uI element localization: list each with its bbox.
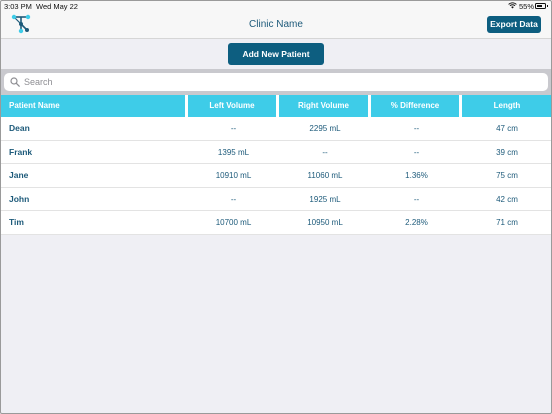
cell-right-volume: 10950 mL xyxy=(307,218,343,227)
nav-bar: Clinic Name Export Data xyxy=(0,12,552,39)
cell-right-volume: 2295 mL xyxy=(309,124,341,133)
table-row[interactable]: John -- 1925 mL -- 42 cm xyxy=(0,187,552,211)
add-new-patient-button[interactable]: Add New Patient xyxy=(228,43,324,65)
export-data-button[interactable]: Export Data xyxy=(487,16,541,33)
page-title: Clinic Name xyxy=(249,19,303,30)
search-bar xyxy=(0,69,552,95)
cell-patient-name: Tim xyxy=(9,217,24,227)
cell-right-volume: -- xyxy=(322,147,328,157)
table-row[interactable]: Tim 10700 mL 10950 mL 2.28% 71 cm xyxy=(0,211,552,235)
cell-patient-name: Frank xyxy=(9,146,33,157)
table-row[interactable]: Frank 1395 mL -- -- 39 cm xyxy=(0,140,552,164)
table-row[interactable]: Jane 10910 mL 11060 mL 1.36% 75 cm xyxy=(0,164,552,188)
table-row[interactable]: Dean -- 2295 mL -- 47 cm xyxy=(0,117,552,141)
cell-length: 42 cm xyxy=(496,194,518,204)
cell-length: 39 cm xyxy=(496,147,518,157)
column-header-length[interactable]: Length xyxy=(462,95,552,117)
table-header: Patient Name Left Volume Right Volume % … xyxy=(0,95,552,117)
cell-left-volume: -- xyxy=(230,194,237,204)
cell-percent-difference: -- xyxy=(413,124,420,133)
cell-length: 71 cm xyxy=(496,218,518,227)
cell-length: 75 cm xyxy=(496,171,518,180)
cell-patient-name: Dean xyxy=(9,123,30,133)
cell-patient-name: John xyxy=(9,193,30,204)
status-bar: 3:03 PM Wed May 22 55% xyxy=(0,0,552,12)
battery-icon xyxy=(535,3,548,9)
cell-length: 47 cm xyxy=(496,124,518,133)
search-input[interactable] xyxy=(24,75,524,89)
cell-patient-name: Jane xyxy=(9,170,29,180)
cell-left-volume: 10700 mL xyxy=(215,218,252,227)
column-header-left-volume[interactable]: Left Volume xyxy=(188,95,279,117)
cell-right-volume: 11060 mL xyxy=(307,171,343,180)
search-field[interactable] xyxy=(4,73,548,91)
cell-percent-difference: -- xyxy=(413,194,420,204)
cell-percent-difference: 2.28% xyxy=(405,218,428,227)
search-icon xyxy=(10,77,20,87)
cell-left-volume: -- xyxy=(230,124,237,133)
patient-table: Patient Name Left Volume Right Volume % … xyxy=(0,95,552,235)
column-header-patient-name[interactable]: Patient Name xyxy=(0,95,188,117)
cell-left-volume: 1395 mL xyxy=(217,147,250,157)
column-header-percent-difference[interactable]: % Difference xyxy=(371,95,462,117)
cell-percent-difference: 1.36% xyxy=(405,171,428,180)
wifi-icon xyxy=(508,2,517,9)
status-time: 3:03 PM xyxy=(4,2,32,11)
cell-percent-difference: -- xyxy=(413,147,420,157)
battery-percent: 55% xyxy=(519,2,535,11)
status-date: Wed May 22 xyxy=(36,2,78,11)
cell-right-volume: 1925 mL xyxy=(309,194,341,204)
column-header-right-volume[interactable]: Right Volume xyxy=(279,95,371,117)
cell-left-volume: 10910 mL xyxy=(215,171,252,180)
